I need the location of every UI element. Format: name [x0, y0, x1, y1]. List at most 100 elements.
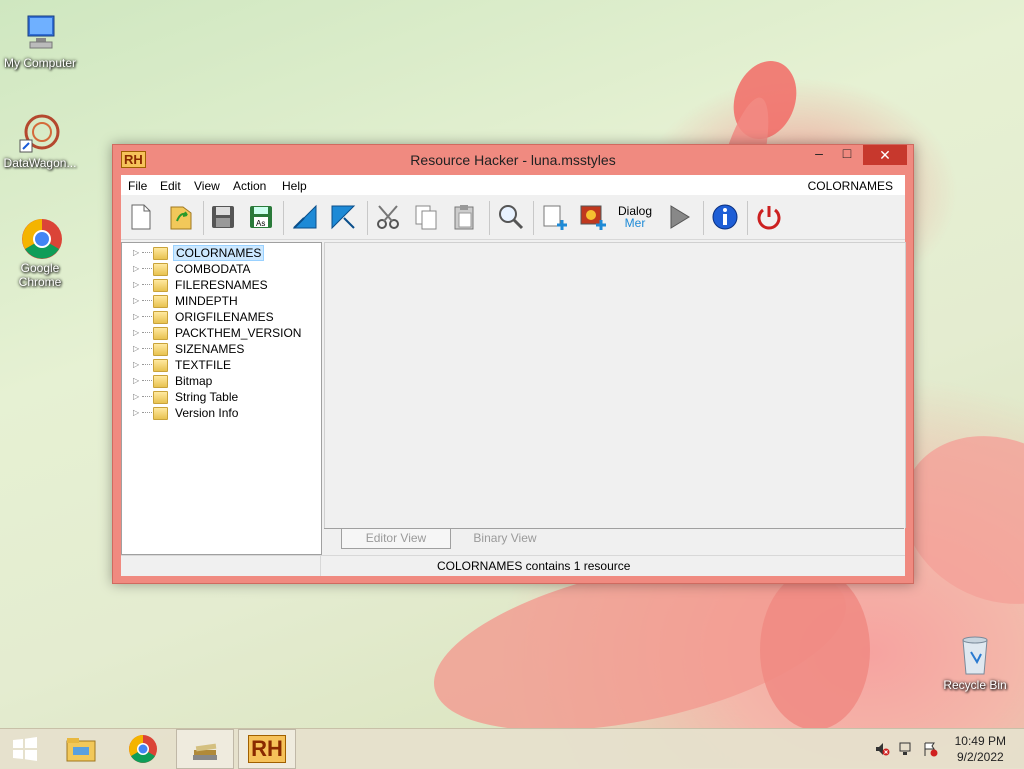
- menu-view[interactable]: View: [194, 179, 220, 193]
- chrome-icon: [129, 735, 157, 763]
- expand-arrow-icon[interactable]: ▷: [133, 264, 139, 273]
- desktop-icon-label: DataWagon...: [3, 156, 77, 170]
- resource-hacker-window[interactable]: RH Resource Hacker - luna.msstyles – □ ✕…: [112, 144, 914, 584]
- cut-button[interactable]: [373, 201, 405, 233]
- expand-arrow-icon[interactable]: ▷: [133, 296, 139, 305]
- back-button[interactable]: [289, 201, 321, 233]
- dialog-menu-button[interactable]: Dialog Mer: [617, 201, 653, 233]
- folder-icon: [153, 295, 168, 308]
- window-title: Resource Hacker - luna.msstyles: [410, 152, 616, 168]
- expand-arrow-icon[interactable]: ▷: [133, 328, 139, 337]
- desktop-icon-google-chrome[interactable]: Google Chrome: [0, 215, 80, 289]
- flower-petal: [760, 570, 870, 730]
- taskbar-resource-hacker[interactable]: RH: [238, 729, 296, 769]
- start-button[interactable]: [0, 729, 50, 769]
- tab-binary-view[interactable]: Binary View: [451, 529, 559, 548]
- expand-arrow-icon[interactable]: ▷: [133, 376, 139, 385]
- forward-button[interactable]: [327, 201, 359, 233]
- expand-arrow-icon[interactable]: ▷: [133, 312, 139, 321]
- expand-arrow-icon[interactable]: ▷: [133, 344, 139, 353]
- tree-item-combodata[interactable]: ▷ COMBODATA: [122, 261, 318, 277]
- new-file-icon: [131, 204, 151, 230]
- paste-button[interactable]: [449, 201, 481, 233]
- tree-item-label: COMBODATA: [175, 262, 251, 276]
- taskbar-chrome[interactable]: [114, 729, 172, 769]
- menu-action[interactable]: Action: [233, 179, 266, 193]
- desktop-icon-datawagon[interactable]: DataWagon...: [0, 110, 80, 170]
- find-icon: [499, 205, 524, 230]
- folder-icon: [153, 311, 168, 324]
- expand-arrow-icon[interactable]: ▷: [133, 408, 139, 417]
- minimize-button[interactable]: –: [805, 145, 833, 165]
- expand-arrow-icon[interactable]: ▷: [133, 392, 139, 401]
- expand-arrow-icon[interactable]: ▷: [133, 360, 139, 369]
- copy-icon: [415, 205, 437, 230]
- title-bar[interactable]: RH Resource Hacker - luna.msstyles – □ ✕: [113, 145, 913, 175]
- expand-arrow-icon[interactable]: ▷: [133, 248, 139, 257]
- expand-arrow-icon[interactable]: ▷: [133, 280, 139, 289]
- resource-tree[interactable]: ▷ COLORNAMES ▷ COMBODATA ▷ FILERESNAMES ▷ MI…: [121, 242, 322, 555]
- tree-item-version-info[interactable]: ▷ Version Info: [122, 405, 318, 421]
- toolbar-separator: [489, 201, 490, 235]
- tree-item-bitmap[interactable]: ▷ Bitmap: [122, 373, 318, 389]
- about-icon: [712, 204, 738, 230]
- save-as-button[interactable]: As: [245, 201, 277, 233]
- desktop-icon-recycle-bin[interactable]: Recycle Bin: [935, 632, 1015, 692]
- folder-icon: [153, 407, 168, 420]
- file-explorer-icon: [66, 738, 96, 762]
- svg-text:As: As: [256, 219, 265, 228]
- tree-item-origfilenames[interactable]: ▷ ORIGFILENAMES: [122, 309, 318, 325]
- toolbar-separator: [203, 201, 204, 235]
- about-button[interactable]: [709, 201, 741, 233]
- tree-item-string-table[interactable]: ▷ String Table: [122, 389, 318, 405]
- tree-item-fileresnames[interactable]: ▷ FILERESNAMES: [122, 277, 318, 293]
- tree-item-label: TEXTFILE: [175, 358, 232, 372]
- copy-button[interactable]: [411, 201, 443, 233]
- network-icon[interactable]: [898, 741, 914, 760]
- menu-file[interactable]: File: [128, 179, 147, 193]
- desktop-icon-label: Recycle Bin: [943, 678, 1007, 692]
- desktop-icon-my-computer[interactable]: My Computer: [0, 10, 80, 70]
- tree-item-mindepth[interactable]: ▷ MINDEPTH: [122, 293, 318, 309]
- compile-button[interactable]: [663, 201, 695, 233]
- add-image-button[interactable]: [577, 201, 609, 233]
- new-file-button[interactable]: [125, 201, 157, 233]
- volume-muted-icon[interactable]: [874, 741, 890, 760]
- tree-item-textfile[interactable]: ▷ TEXTFILE: [122, 357, 318, 373]
- find-button[interactable]: [495, 201, 527, 233]
- paste-icon: [454, 205, 474, 230]
- save-button[interactable]: [207, 201, 239, 233]
- taskbar-file-explorer[interactable]: [52, 729, 110, 769]
- action-center-flag-icon[interactable]: [922, 741, 938, 760]
- menu-edit[interactable]: Edit: [160, 179, 181, 193]
- current-resource-label: COLORNAMES: [807, 179, 893, 193]
- folder-icon: [153, 375, 168, 388]
- close-icon: ✕: [879, 147, 891, 163]
- tree-item-sizenames[interactable]: ▷ SIZENAMES: [122, 341, 318, 357]
- taskbar-app-books[interactable]: [176, 729, 234, 769]
- tree-item-packthem-version[interactable]: ▷ PACKTHEM_VERSION: [122, 325, 318, 341]
- cut-icon: [377, 205, 399, 229]
- exit-button[interactable]: [753, 201, 785, 233]
- chrome-icon: [18, 215, 62, 259]
- clock-date: 9/2/2022: [956, 750, 1004, 764]
- maximize-button[interactable]: □: [833, 145, 861, 165]
- resource-hacker-icon: RH: [248, 735, 286, 763]
- window-client: File Edit View Action Help COLORNAMES As: [121, 175, 906, 576]
- tree-item-colornames[interactable]: ▷ COLORNAMES: [122, 245, 318, 261]
- taskbar: RH 10:49 PM 9/2/2022: [0, 728, 1024, 769]
- editor-pane[interactable]: [324, 242, 906, 528]
- folder-icon: [153, 247, 168, 260]
- toolbar-separator: [367, 201, 368, 235]
- tree-item-label: MINDEPTH: [175, 294, 238, 308]
- toolbar-separator: [747, 201, 748, 235]
- system-clock[interactable]: 10:49 PM 9/2/2022: [955, 733, 1006, 765]
- folder-icon: [153, 263, 168, 276]
- open-file-icon: [170, 206, 192, 230]
- close-button[interactable]: ✕: [863, 145, 907, 165]
- folder-icon: [153, 391, 168, 404]
- tab-editor-view[interactable]: Editor View: [341, 529, 451, 549]
- add-resource-button[interactable]: [539, 201, 571, 233]
- open-file-button[interactable]: [165, 201, 197, 233]
- menu-help[interactable]: Help: [282, 179, 307, 193]
